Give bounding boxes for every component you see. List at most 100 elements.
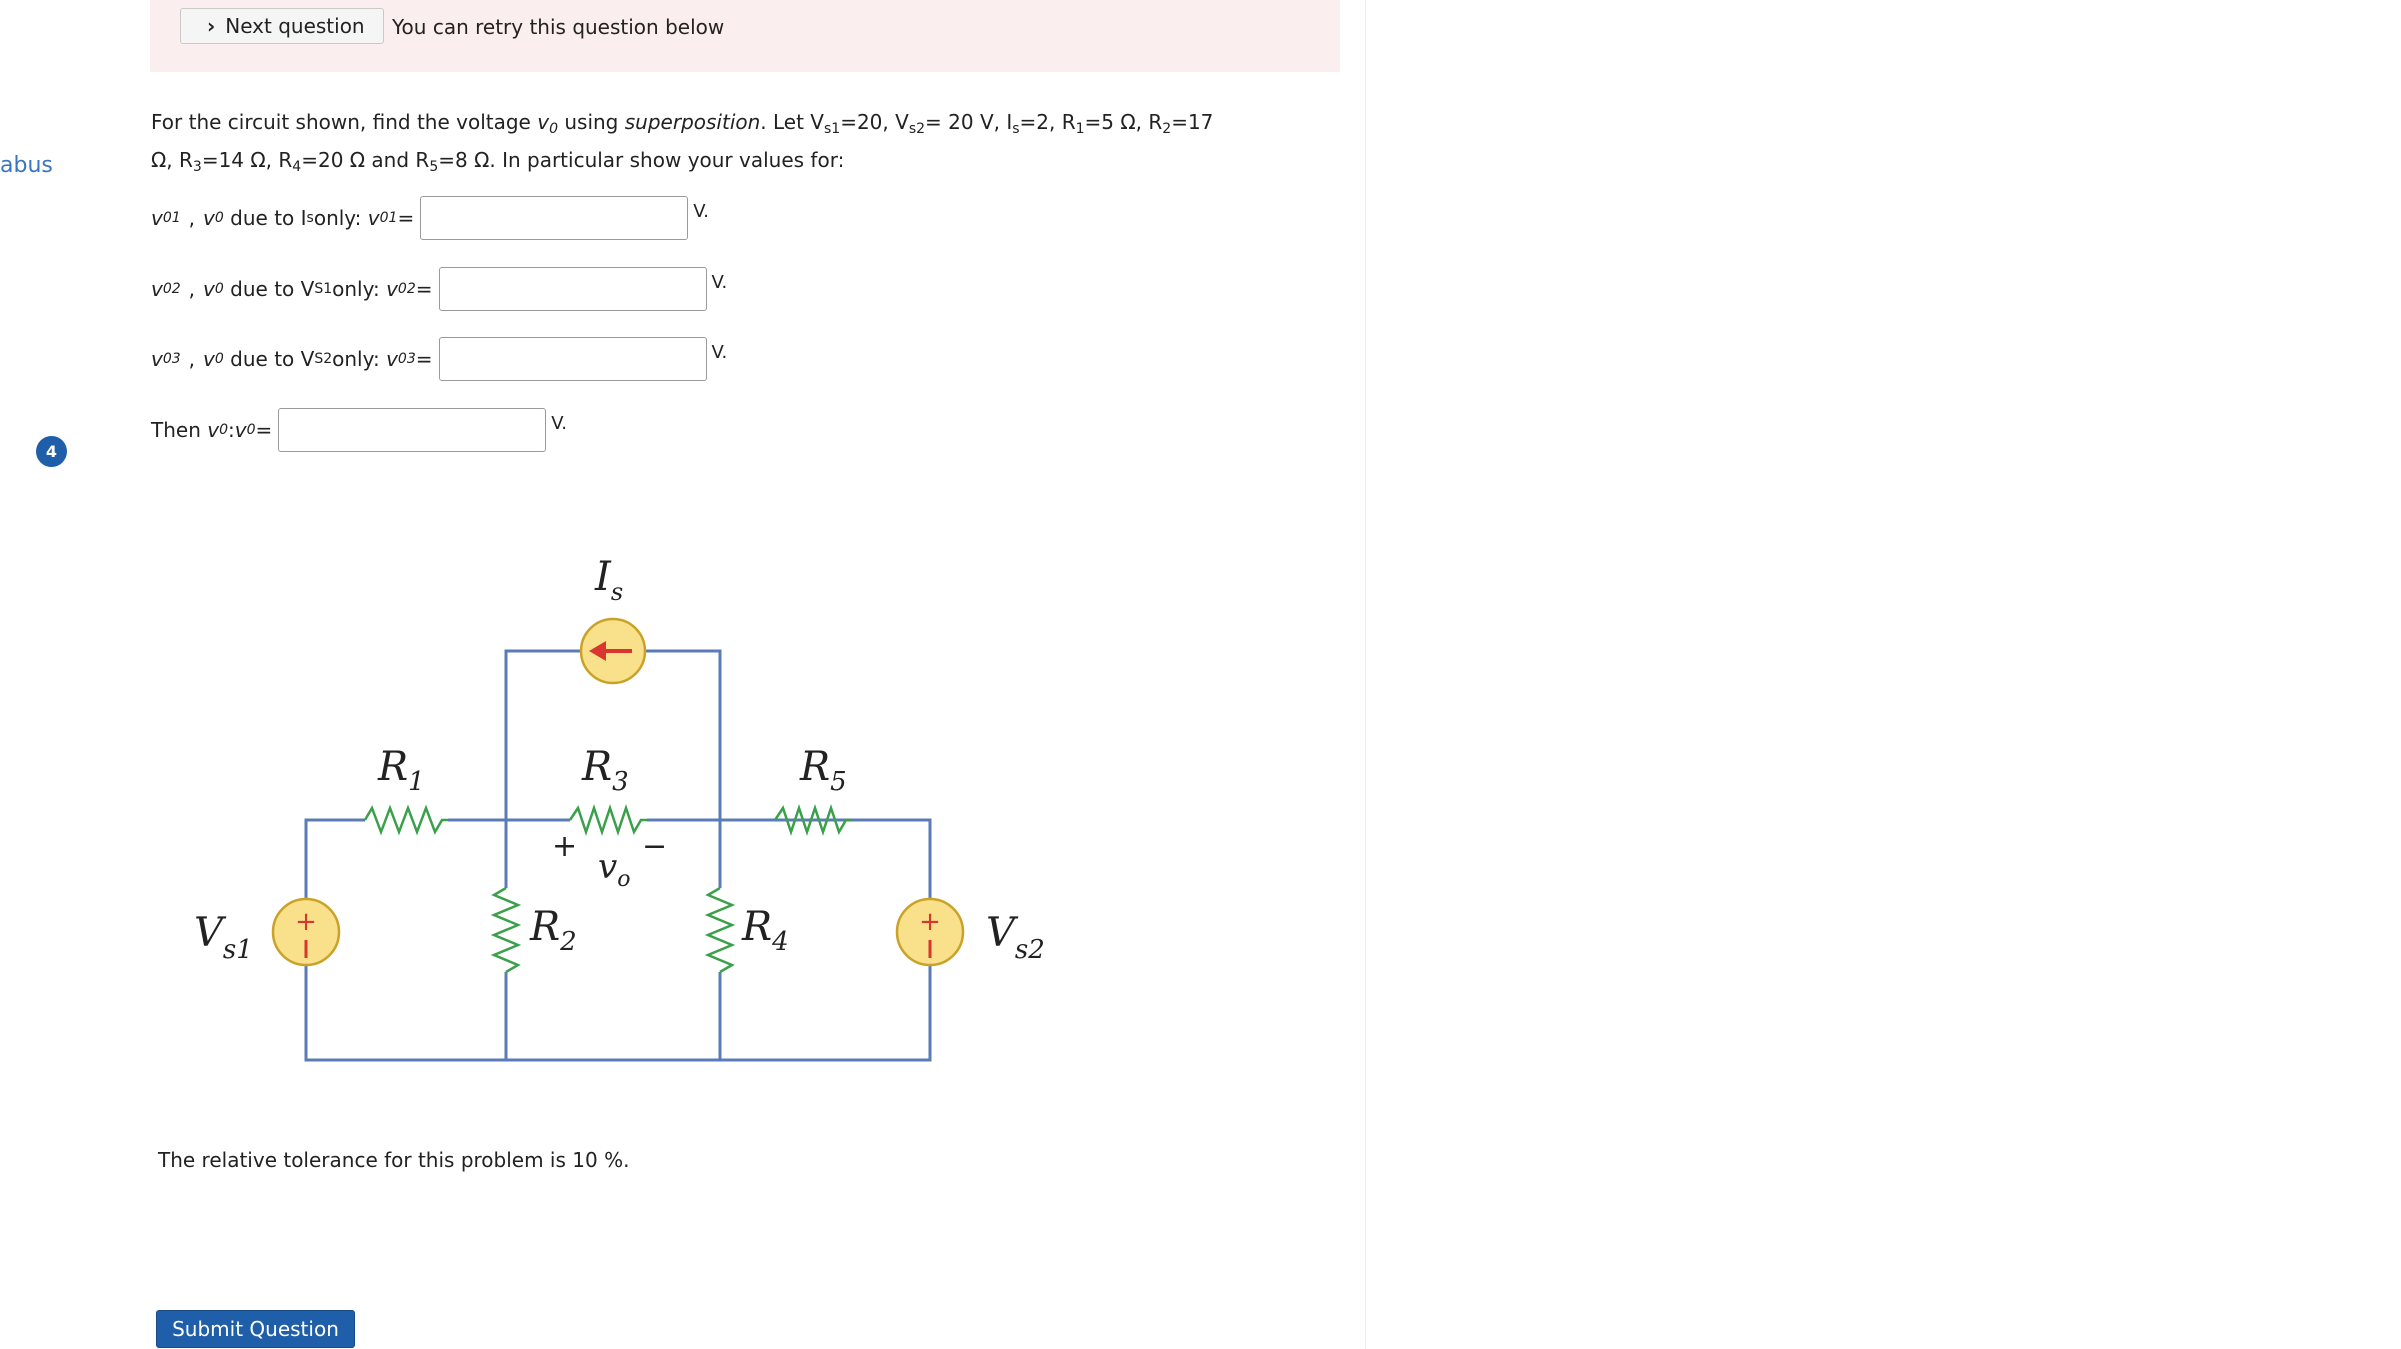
vo-label: vo [598,847,630,892]
only-text: only: [332,277,380,301]
method-name: superposition [624,110,761,134]
retry-message: You can retry this question below [392,15,725,39]
problem-text: =2, R [1019,110,1076,134]
r5-pad [770,808,776,810]
due-text: due to V [230,277,315,301]
due-subscript: s [306,210,314,226]
eq-symbol: v [367,206,380,230]
submit-question-button[interactable]: Submit Question [156,1310,355,1348]
var-symbol: v [151,347,163,371]
vo-subscript: 0 [549,121,558,137]
eq-sign: = [415,277,433,301]
r3-subscript: 3 [192,159,202,175]
r4-label: R4 [741,904,789,957]
r3-resistor [568,804,647,836]
due-subscript: S2 [314,351,333,367]
v0-symbol: v [203,347,215,371]
next-question-button[interactable]: › Next question [180,8,384,44]
r5-subscript: 5 [429,159,439,175]
current-source-is [579,617,647,685]
vo-symbol: v [537,110,550,134]
var-subscript: 02 [162,281,181,297]
problem-text: =20 Ω and R [301,148,430,172]
voltage-source-vs1: + [271,897,341,967]
unit-label: V. [551,413,567,434]
r2-subscript: 2 [1162,121,1172,137]
circuit-diagram: + + Is R1 R3 R5 R2 R4 Vs1 Vs2 vo + − [194,554,1045,1062]
answer-row-v03: v 03 , v0 due to V S2 only: v 03 = V. [151,336,727,382]
content-divider [1365,0,1366,1349]
answer-row-v01: v 01 , v0 due to Is only: v 01 = V. [151,195,709,241]
v03-input[interactable] [438,337,707,381]
problem-text: =14 Ω, R [201,148,293,172]
v0-symbol: v [203,277,215,301]
eq-sign: = [255,418,273,442]
problem-text: =5 Ω, R [1084,110,1163,134]
problem-text: = 20 V, I [925,110,1013,134]
next-question-label: Next question [225,14,365,38]
separator: , [188,206,196,230]
var-subscript: 01 [162,210,181,226]
chevron-right-icon: › [207,14,216,38]
var-symbol: v [151,206,163,230]
problem-text: =8 Ω. In particular show your values for… [438,148,845,172]
plus-sign: + [295,907,317,937]
syllabus-link[interactable]: abus [0,153,53,178]
due-text: due to V [230,347,315,371]
separator: , [188,277,196,301]
var-subscript: 03 [162,351,181,367]
answer-row-v0: Then v0 : v 0 = V. [151,407,567,453]
v0-symbol: v [203,206,215,230]
tolerance-note: The relative tolerance for this problem … [158,1148,630,1172]
r5-label: R5 [799,744,847,797]
v02-input[interactable] [438,267,707,311]
v0-input[interactable] [278,408,547,452]
colon: : [228,418,235,442]
v0-subscript: 0 [214,281,224,297]
r1-subscript: 1 [1075,121,1085,137]
eq-symbol: v [234,418,247,442]
problem-statement: For the circuit shown, find the voltage … [151,107,1241,183]
eq-sign: = [415,347,433,371]
retry-banner: › Next question You can retry this quest… [150,0,1340,72]
vs2-label: Vs2 [986,910,1045,965]
due-subscript: S1 [314,281,333,297]
r3-label: R3 [581,744,629,797]
separator: , [188,347,196,371]
var-symbol: v [151,277,163,301]
unit-label: V. [711,272,728,293]
unit-label: V. [693,201,709,222]
eq-subscript: 02 [397,281,416,297]
page: abus 4 › Next question You can retry thi… [0,0,2401,1349]
plus-sign: + [919,907,941,937]
problem-text: =20, V [840,110,909,134]
eq-subscript: 01 [379,210,398,226]
only-text: only: [332,347,380,371]
v0-symbol: v [207,418,220,442]
vs1-subscript: s1 [824,121,841,137]
due-text: due to I [230,206,307,230]
eq-symbol: v [386,347,398,371]
problem-text: using [558,110,625,134]
vs2-subscript: s2 [908,121,926,137]
v0-subscript: 0 [219,422,228,438]
vs1-label: Vs1 [194,910,253,965]
r1-label: R1 [377,744,425,797]
v01-input[interactable] [420,196,689,240]
vo-minus: − [642,829,667,864]
circuit-wires [304,649,932,1062]
v0-subscript: 0 [214,351,224,367]
eq-subscript: 03 [397,351,416,367]
r2-label: R2 [529,904,577,957]
then-text: Then [151,418,201,442]
unit-label: V. [711,342,728,363]
eq-symbol: v [386,277,398,301]
r4-subscript: 4 [292,159,302,175]
step-badge: 4 [36,436,67,467]
voltage-source-vs2: + [895,897,965,967]
v0-subscript: 0 [214,210,224,226]
problem-text: For the circuit shown, find the voltage [151,110,538,134]
r1-resistor [363,804,448,836]
only-text: only: [313,206,362,230]
vo-plus: + [552,829,577,864]
